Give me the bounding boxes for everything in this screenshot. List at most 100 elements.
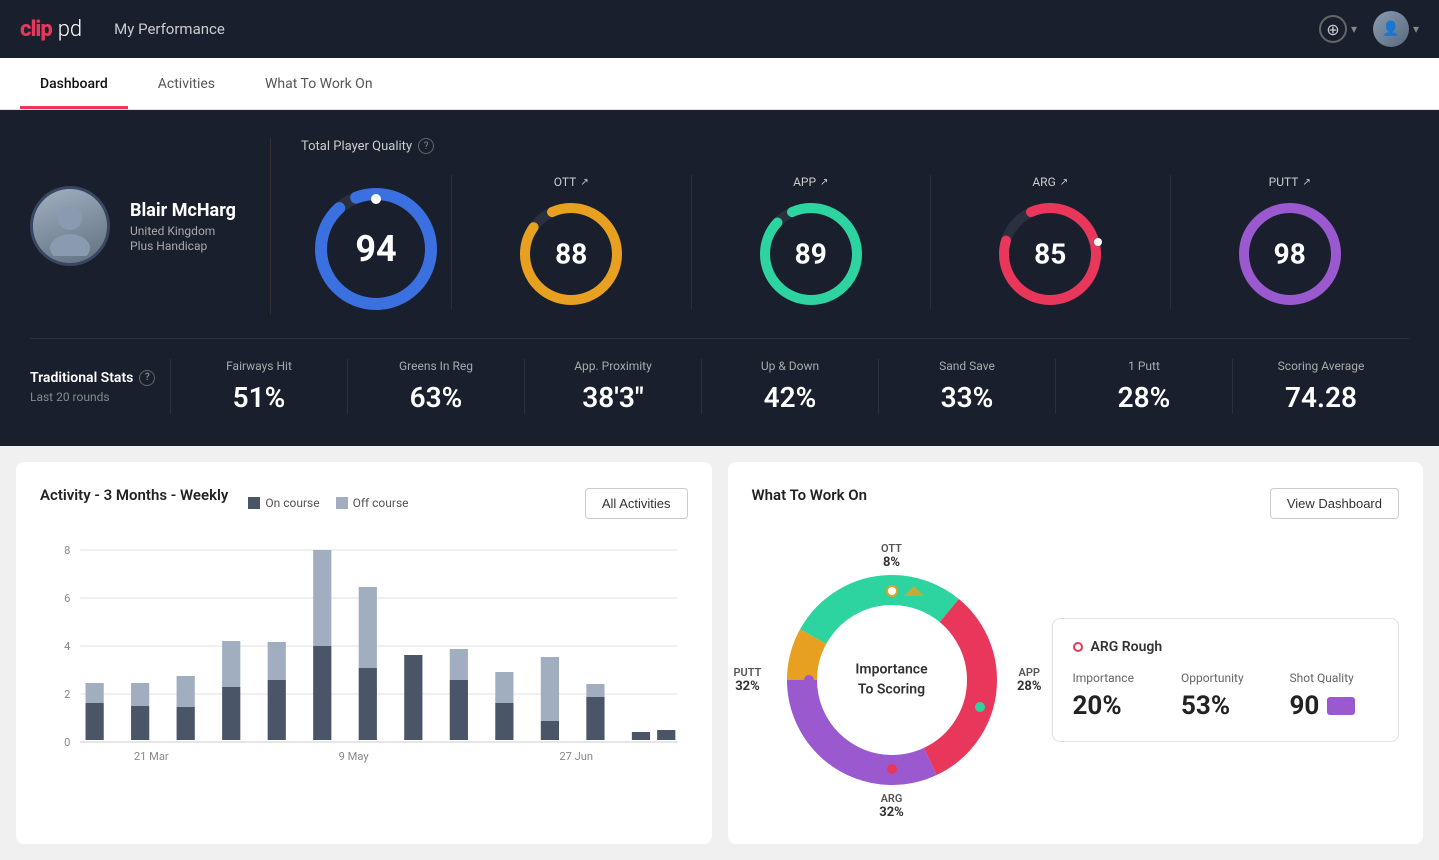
wtwo-metric-opportunity-label: Opportunity xyxy=(1181,671,1270,685)
svg-text:2: 2 xyxy=(64,688,70,701)
wtwo-header: What To Work On View Dashboard xyxy=(752,486,1400,520)
stat-updown-label: Up & Down xyxy=(718,359,862,373)
stat-proximity: App. Proximity 38'3" xyxy=(524,359,701,414)
add-button[interactable]: ⊕ ▾ xyxy=(1319,15,1357,43)
legend-off-course: Off course xyxy=(336,496,409,510)
divider-vertical xyxy=(270,138,271,314)
gauge-ott-circle: 88 xyxy=(516,199,626,309)
trad-title: Traditional Stats ? xyxy=(30,370,170,386)
stat-sandsave-label: Sand Save xyxy=(895,359,1039,373)
gauge-putt-circle: 98 xyxy=(1235,199,1345,309)
wtwo-info-title: ARG Rough xyxy=(1073,639,1379,655)
stat-gir-label: Greens In Reg xyxy=(364,359,508,373)
gauge-ott-value: 88 xyxy=(555,238,587,271)
traditional-stats: Traditional Stats ? Last 20 rounds Fairw… xyxy=(30,338,1409,414)
gauge-ott: OTT ↗ 88 xyxy=(451,175,691,309)
trad-stats-grid: Fairways Hit 51% Greens In Reg 63% App. … xyxy=(170,359,1409,414)
info-title-dot xyxy=(1073,642,1083,652)
stat-scoring-label: Scoring Average xyxy=(1249,359,1393,373)
gauge-row: 94 OTT ↗ 88 xyxy=(301,170,1409,314)
wtwo-metric-importance-value: 20% xyxy=(1073,691,1162,721)
wtwo-metric-opportunity: Opportunity 53% xyxy=(1181,671,1270,721)
stats-panel: Blair McHarg United Kingdom Plus Handica… xyxy=(0,110,1439,446)
stat-1putt-value: 28% xyxy=(1072,381,1216,414)
quality-label: Total Player Quality ? xyxy=(301,138,1409,154)
svg-text:27 Jun: 27 Jun xyxy=(559,750,593,763)
help-icon[interactable]: ? xyxy=(418,138,434,154)
player-name: Blair McHarg xyxy=(130,200,236,221)
activity-chart-svg: 8 6 4 2 0 xyxy=(40,540,688,780)
gauge-putt: PUTT ↗ 98 xyxy=(1170,175,1410,309)
gauge-app-value: 89 xyxy=(795,238,827,271)
svg-text:9 May: 9 May xyxy=(339,750,370,763)
chart-area: 8 6 4 2 0 xyxy=(40,540,688,780)
tab-what-to-work-on[interactable]: What To Work On xyxy=(245,58,393,109)
stat-proximity-label: App. Proximity xyxy=(541,359,685,373)
player-handicap: Plus Handicap xyxy=(130,239,236,253)
svg-text:0: 0 xyxy=(64,736,70,749)
svg-text:6: 6 xyxy=(64,592,70,605)
top-header: clippd My Performance ⊕ ▾ 👤 ▾ xyxy=(0,0,1439,58)
stat-scoring-value: 74.28 xyxy=(1249,381,1393,414)
player-country: United Kingdom xyxy=(130,224,236,238)
stat-fairways-value: 51% xyxy=(187,381,331,414)
donut-label-arg: ARG 32% xyxy=(879,792,904,820)
tab-dashboard[interactable]: Dashboard xyxy=(20,58,128,109)
wtwo-title: What To Work On xyxy=(752,486,868,504)
stat-sandsave-value: 33% xyxy=(895,381,1039,414)
stat-1putt-label: 1 Putt xyxy=(1072,359,1216,373)
view-dashboard-button[interactable]: View Dashboard xyxy=(1270,488,1399,519)
activity-title-legend: Activity - 3 Months - Weekly On course O… xyxy=(40,486,409,520)
player-details: Blair McHarg United Kingdom Plus Handica… xyxy=(130,200,236,253)
trad-subtitle: Last 20 rounds xyxy=(30,390,170,404)
wtwo-metric-importance: Importance 20% xyxy=(1073,671,1162,721)
wtwo-info-card: ARG Rough Importance 20% Opportunity 53%… xyxy=(1052,618,1400,742)
donut-label-app: APP 28% xyxy=(1017,666,1042,694)
all-activities-button[interactable]: All Activities xyxy=(585,488,688,519)
activity-title: Activity - 3 Months - Weekly xyxy=(40,486,228,504)
stat-gir: Greens In Reg 63% xyxy=(347,359,524,414)
donut-label-ott: OTT 8% xyxy=(881,542,902,570)
shot-quality-chip xyxy=(1327,697,1355,715)
stat-sandsave: Sand Save 33% xyxy=(878,359,1055,414)
stat-fairways-label: Fairways Hit xyxy=(187,359,331,373)
gauge-arg-label: ARG ↗ xyxy=(1032,175,1068,189)
svg-text:8: 8 xyxy=(64,544,70,557)
activity-legend: On course Off course xyxy=(248,496,408,510)
nav-tabs: Dashboard Activities What To Work On xyxy=(0,58,1439,110)
tab-activities[interactable]: Activities xyxy=(138,58,235,109)
donut-center-text: ImportanceTo Scoring xyxy=(842,660,942,699)
activity-card: Activity - 3 Months - Weekly On course O… xyxy=(16,462,712,844)
gauge-app-label: APP ↗ xyxy=(793,175,828,189)
trad-help-icon[interactable]: ? xyxy=(139,370,155,386)
quality-section: Total Player Quality ? 94 xyxy=(301,138,1409,314)
svg-text:21 Mar: 21 Mar xyxy=(134,750,169,763)
legend-on-course-icon xyxy=(248,497,260,509)
donut-chart-container: ImportanceTo Scoring OTT 8% APP 28% ARG … xyxy=(752,540,1032,820)
svg-text:4: 4 xyxy=(64,640,70,653)
bottom-section: Activity - 3 Months - Weekly On course O… xyxy=(0,446,1439,860)
stat-scoring: Scoring Average 74.28 xyxy=(1232,359,1409,414)
header-right: ⊕ ▾ 👤 ▾ xyxy=(1319,11,1419,47)
player-avatar xyxy=(30,186,110,266)
user-menu[interactable]: 👤 ▾ xyxy=(1373,11,1419,47)
gauge-arg-value: 85 xyxy=(1034,238,1066,271)
legend-on-course: On course xyxy=(248,496,319,510)
page-title: My Performance xyxy=(114,20,225,38)
trad-label-section: Traditional Stats ? Last 20 rounds xyxy=(30,370,170,404)
stat-proximity-value: 38'3" xyxy=(541,381,685,414)
wtwo-metric-shotquality-value: 90 xyxy=(1290,691,1320,721)
main-gauge-section: 94 xyxy=(301,170,451,314)
gauge-app: APP ↗ 89 xyxy=(691,175,931,309)
wtwo-metrics: Importance 20% Opportunity 53% Shot Qual… xyxy=(1073,671,1379,721)
legend-off-course-icon xyxy=(336,497,348,509)
gauge-arg: ARG ↗ 85 xyxy=(930,175,1170,309)
player-info: Blair McHarg United Kingdom Plus Handica… xyxy=(30,186,240,266)
wtwo-metric-shotquality-row: 90 xyxy=(1290,691,1379,721)
wtwo-metric-shotquality-label: Shot Quality xyxy=(1290,671,1379,685)
main-gauge: 94 xyxy=(311,184,441,314)
avatar: 👤 xyxy=(1373,11,1409,47)
wtwo-content: ImportanceTo Scoring OTT 8% APP 28% ARG … xyxy=(752,540,1400,820)
logo[interactable]: clippd xyxy=(20,17,82,42)
donut-label-putt: PUTT 32% xyxy=(734,666,762,694)
